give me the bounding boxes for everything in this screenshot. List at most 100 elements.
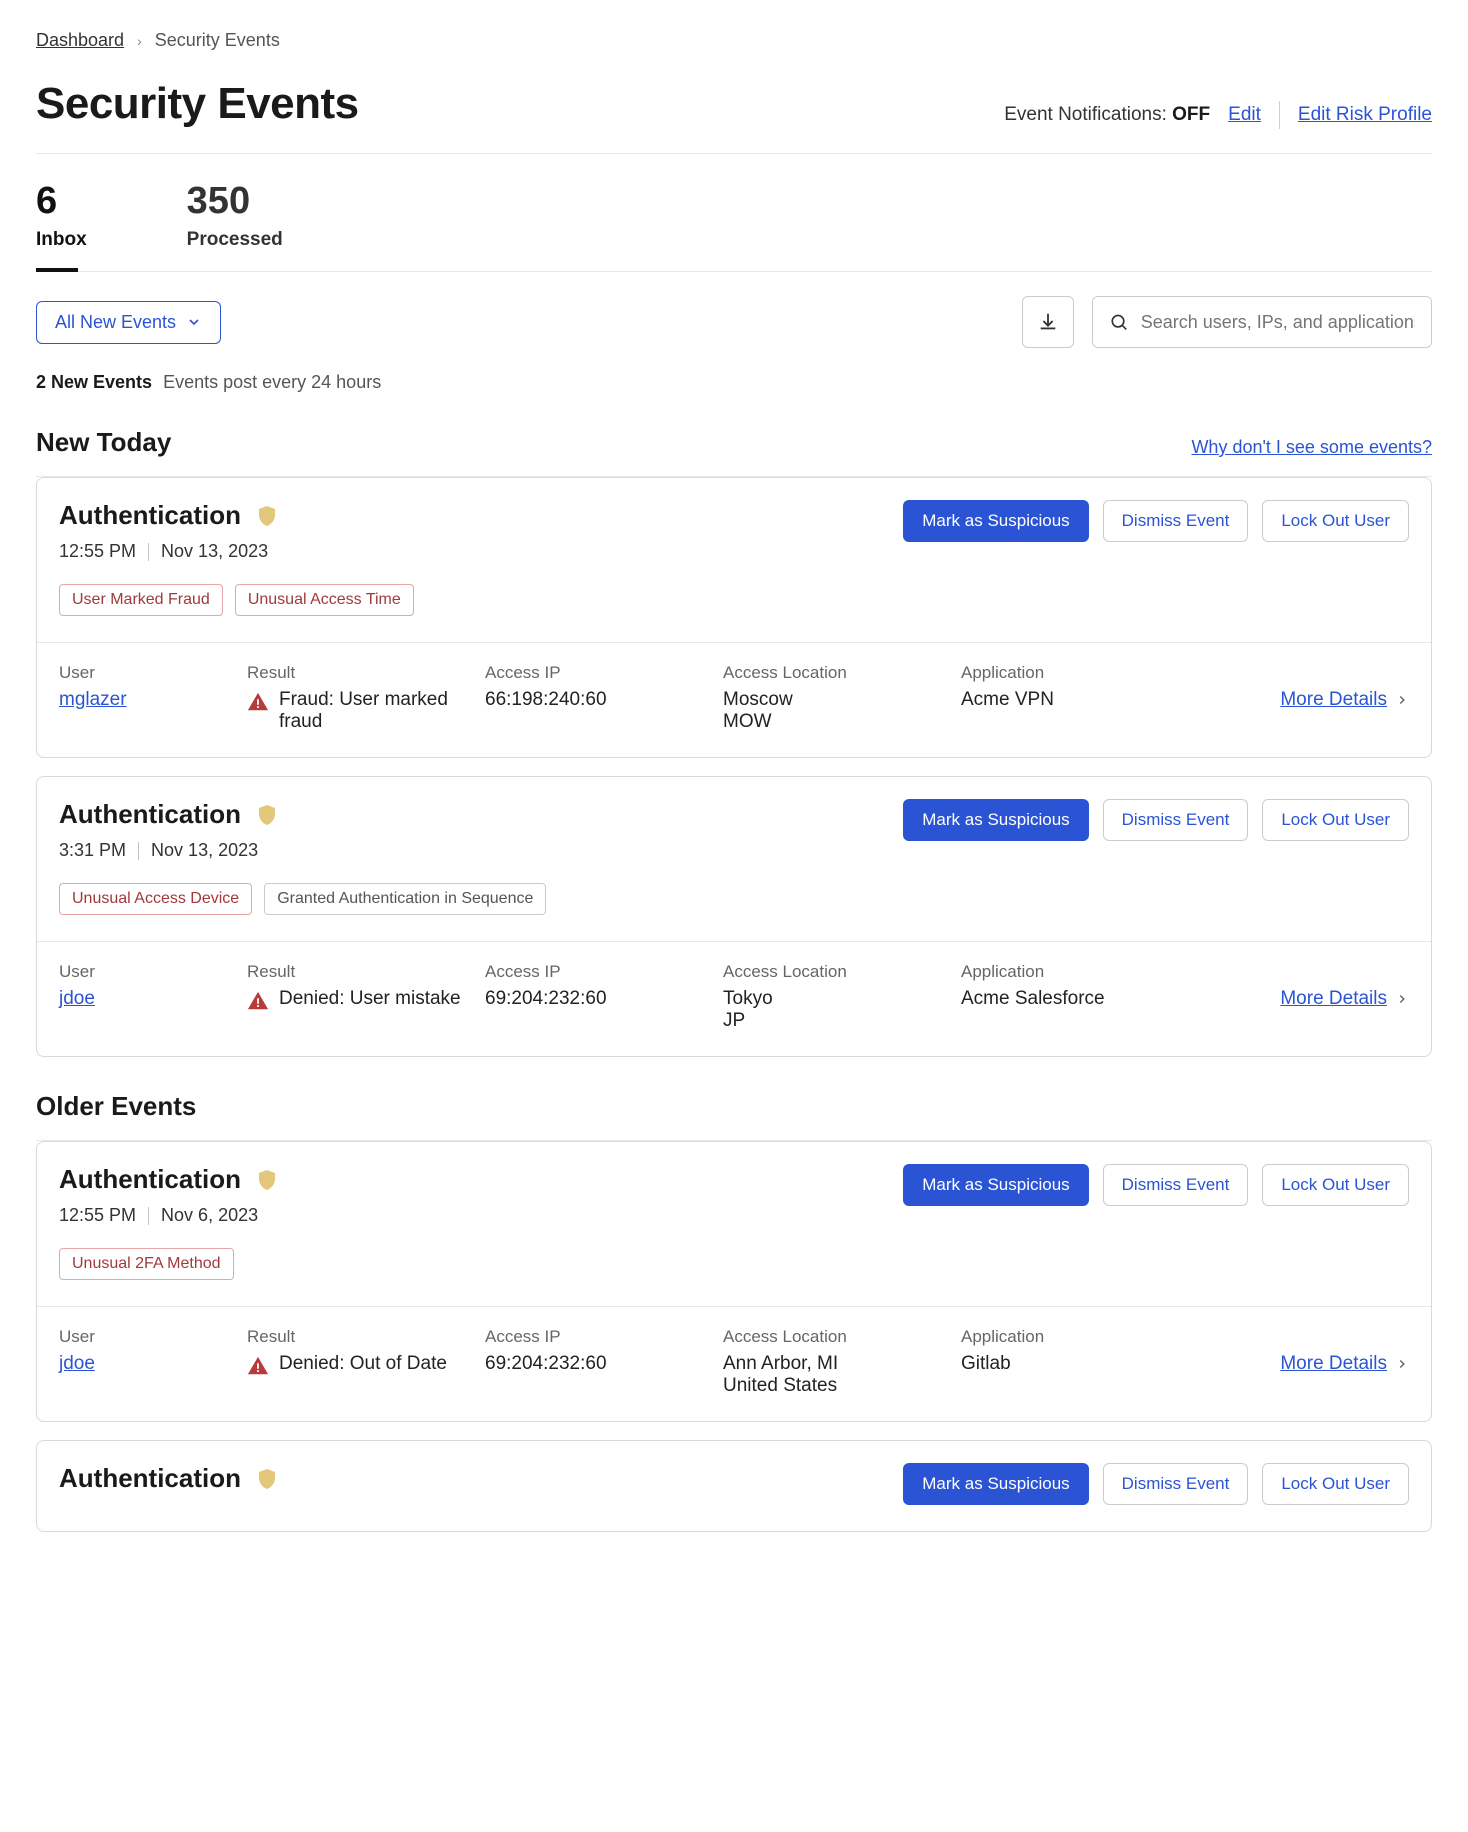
divider xyxy=(148,1207,149,1225)
shield-icon xyxy=(255,1168,279,1192)
lock-out-user-button[interactable]: Lock Out User xyxy=(1262,799,1409,841)
event-tag: Unusual 2FA Method xyxy=(59,1248,234,1280)
event-date: Nov 13, 2023 xyxy=(161,541,268,562)
event-user-link[interactable]: mglazer xyxy=(59,689,127,710)
event-user-link[interactable]: jdoe xyxy=(59,1353,95,1374)
post-frequency: Events post every 24 hours xyxy=(163,372,381,392)
chevron-right-icon xyxy=(1395,693,1409,707)
dismiss-event-button[interactable]: Dismiss Event xyxy=(1103,1463,1249,1505)
event-tag: Granted Authentication in Sequence xyxy=(264,883,546,915)
download-button[interactable] xyxy=(1022,296,1074,348)
lock-out-user-button[interactable]: Lock Out User xyxy=(1262,1463,1409,1505)
col-user-label: User xyxy=(59,663,229,683)
event-location: Ann Arbor, MI United States xyxy=(723,1353,943,1397)
col-application-label: Application xyxy=(961,962,1181,982)
tab-processed-count: 350 xyxy=(187,180,283,223)
col-result-label: Result xyxy=(247,663,467,683)
event-user-link[interactable]: jdoe xyxy=(59,988,95,1009)
event-time: 12:55 PM xyxy=(59,1205,136,1226)
col-location-label: Access Location xyxy=(723,663,943,683)
event-ip: 66:198:240:60 xyxy=(485,689,705,711)
event-tags: Unusual Access Device Granted Authenticat… xyxy=(59,883,546,915)
header-actions: Event Notifications: OFF Edit Edit Risk … xyxy=(1004,101,1432,129)
download-icon xyxy=(1037,311,1059,333)
more-details-link[interactable]: More Details xyxy=(1280,689,1387,711)
more-details-link[interactable]: More Details xyxy=(1280,988,1387,1010)
events-summary: 2 New Events Events post every 24 hours xyxy=(36,372,1432,393)
col-ip-label: Access IP xyxy=(485,1327,705,1347)
notifications-label: Event Notifications: xyxy=(1004,104,1172,125)
notifications-state: OFF xyxy=(1172,104,1210,125)
event-time: 12:55 PM xyxy=(59,541,136,562)
warning-icon xyxy=(247,691,269,713)
divider xyxy=(138,842,139,860)
col-user-label: User xyxy=(59,1327,229,1347)
lock-out-user-button[interactable]: Lock Out User xyxy=(1262,500,1409,542)
warning-icon xyxy=(247,990,269,1012)
shield-icon xyxy=(255,1467,279,1491)
filter-label: All New Events xyxy=(55,312,176,333)
mark-suspicious-button[interactable]: Mark as Suspicious xyxy=(903,500,1088,542)
col-application-label: Application xyxy=(961,1327,1181,1347)
event-tag: User Marked Fraud xyxy=(59,584,223,616)
new-events-count: 2 New Events xyxy=(36,372,152,392)
event-card: Authentication 12:55 PM Nov 13, 2023 Use… xyxy=(36,477,1432,758)
event-card: Authentication 12:55 PM Nov 6, 2023 Unus… xyxy=(36,1141,1432,1422)
mark-suspicious-button[interactable]: Mark as Suspicious xyxy=(903,1164,1088,1206)
edit-risk-profile-link[interactable]: Edit Risk Profile xyxy=(1298,104,1432,126)
shield-icon xyxy=(255,504,279,528)
col-location-label: Access Location xyxy=(723,1327,943,1347)
search-input[interactable] xyxy=(1141,312,1415,333)
dismiss-event-button[interactable]: Dismiss Event xyxy=(1103,799,1249,841)
event-tag: Unusual Access Time xyxy=(235,584,414,616)
event-application: Acme VPN xyxy=(961,689,1181,711)
col-result-label: Result xyxy=(247,1327,467,1347)
event-tags: User Marked Fraud Unusual Access Time xyxy=(59,584,414,616)
event-location: Moscow MOW xyxy=(723,689,943,733)
event-title: Authentication xyxy=(59,1463,241,1494)
tab-processed[interactable]: 350 Processed xyxy=(187,180,283,271)
dismiss-event-button[interactable]: Dismiss Event xyxy=(1103,1164,1249,1206)
divider xyxy=(148,543,149,561)
search-box[interactable] xyxy=(1092,296,1432,348)
tab-inbox[interactable]: 6 Inbox xyxy=(36,180,87,271)
notifications-status: Event Notifications: OFF xyxy=(1004,104,1210,126)
event-ip: 69:204:232:60 xyxy=(485,988,705,1010)
filter-dropdown[interactable]: All New Events xyxy=(36,301,221,344)
col-result-label: Result xyxy=(247,962,467,982)
event-ip: 69:204:232:60 xyxy=(485,1353,705,1375)
section-older-events-title: Older Events xyxy=(36,1091,196,1122)
tab-inbox-label: Inbox xyxy=(36,229,87,251)
breadcrumb-leaf: Security Events xyxy=(155,30,280,50)
event-result: Denied: Out of Date xyxy=(279,1353,447,1375)
breadcrumb-sep-icon: › xyxy=(137,33,142,49)
breadcrumb-root[interactable]: Dashboard xyxy=(36,30,124,50)
tab-inbox-count: 6 xyxy=(36,180,87,223)
event-tags: Unusual 2FA Method xyxy=(59,1248,279,1280)
lock-out-user-button[interactable]: Lock Out User xyxy=(1262,1164,1409,1206)
event-tag: Unusual Access Device xyxy=(59,883,252,915)
search-icon xyxy=(1109,311,1129,333)
event-result: Fraud: User marked fraud xyxy=(279,689,467,733)
event-location: Tokyo JP xyxy=(723,988,943,1032)
mark-suspicious-button[interactable]: Mark as Suspicious xyxy=(903,799,1088,841)
chevron-right-icon xyxy=(1395,1357,1409,1371)
event-title: Authentication xyxy=(59,799,241,830)
more-details-link[interactable]: More Details xyxy=(1280,1353,1387,1375)
mark-suspicious-button[interactable]: Mark as Suspicious xyxy=(903,1463,1088,1505)
event-card: Authentication 3:31 PM Nov 13, 2023 Unus… xyxy=(36,776,1432,1057)
page-title: Security Events xyxy=(36,79,359,129)
edit-notifications-link[interactable]: Edit xyxy=(1228,104,1261,126)
event-title: Authentication xyxy=(59,1164,241,1195)
dismiss-event-button[interactable]: Dismiss Event xyxy=(1103,500,1249,542)
help-missing-events-link[interactable]: Why don't I see some events? xyxy=(1191,437,1432,458)
event-date: Nov 6, 2023 xyxy=(161,1205,258,1226)
event-result: Denied: User mistake xyxy=(279,988,461,1010)
warning-icon xyxy=(247,1355,269,1377)
col-ip-label: Access IP xyxy=(485,663,705,683)
event-application: Acme Salesforce xyxy=(961,988,1181,1010)
divider xyxy=(1279,101,1280,129)
event-application: Gitlab xyxy=(961,1353,1181,1375)
col-ip-label: Access IP xyxy=(485,962,705,982)
chevron-right-icon xyxy=(1395,992,1409,1006)
